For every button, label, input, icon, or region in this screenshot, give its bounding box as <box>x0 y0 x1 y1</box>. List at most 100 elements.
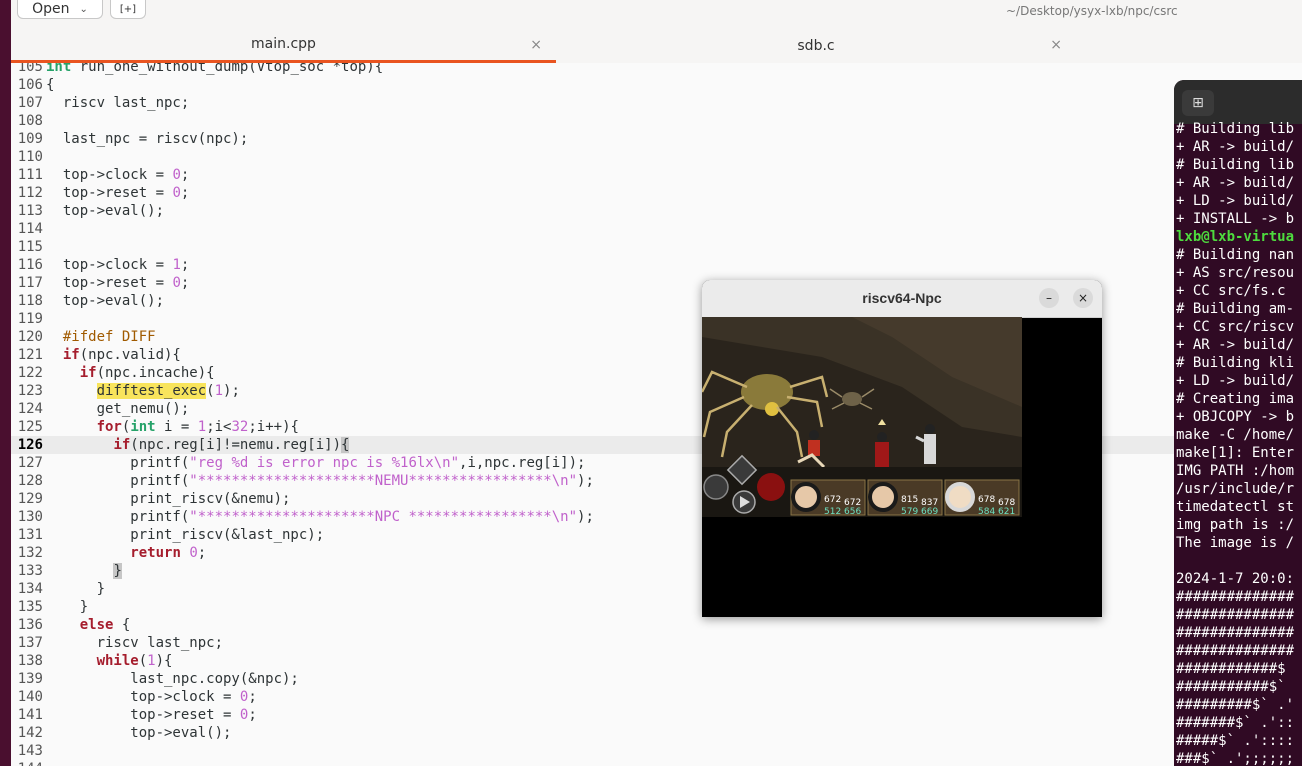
game-screen: 672 672 512 656 815 837 579 669 678 678 … <box>702 317 1022 517</box>
code-line[interactable]: 118 top->eval(); <box>11 292 164 310</box>
close-button[interactable]: × <box>1073 288 1093 308</box>
line-number: 135 <box>17 599 43 615</box>
line-number: 106 <box>17 77 43 93</box>
code-line[interactable]: 105 int run_one_without_dump(Vtop_soc *to… <box>11 63 383 76</box>
terminal-line: # Building lib <box>1176 157 1295 173</box>
code-line[interactable]: 112 top->reset = 0; <box>11 184 190 202</box>
mp-value: 584 <box>978 507 995 517</box>
code-line[interactable]: 109 last_npc = riscv(npc); <box>11 130 249 148</box>
terminal-line: ###$` .';;;;;; <box>1176 751 1295 766</box>
code-line[interactable]: 129 print_riscv(&nemu); <box>11 490 291 508</box>
ubuntu-dock <box>0 0 11 766</box>
minimize-button[interactable]: – <box>1039 288 1059 308</box>
code-line[interactable]: 111 top->clock = 0; <box>11 166 190 184</box>
swirl-icon[interactable] <box>703 474 729 500</box>
open-button[interactable]: Open ⌄ <box>17 0 103 19</box>
code-line[interactable]: 135 } <box>11 598 88 616</box>
window-titlebar[interactable]: riscv64-Npc – × <box>702 280 1102 318</box>
terminal-line: make[1]: Enter <box>1176 445 1295 461</box>
code-line[interactable]: 114 <box>11 220 46 238</box>
line-number: 122 <box>17 365 43 381</box>
code-line[interactable]: 127 printf("reg %d is error npc is %16lx… <box>11 454 586 472</box>
code-editor[interactable]: 105 int run_one_without_dump(Vtop_soc *to… <box>11 63 1302 766</box>
editor-headerbar: Open ⌄ [+] ~/Desktop/ysyx-lxb/npc/csrc <box>11 0 1302 28</box>
terminal-line: ############## <box>1176 643 1295 659</box>
code-line[interactable]: 131 print_riscv(&last_npc); <box>11 526 324 544</box>
code-line[interactable]: 119 <box>11 310 46 328</box>
code-line[interactable]: 116 top->clock = 1; <box>11 256 190 274</box>
terminal-line: + AR -> build/ <box>1176 175 1295 191</box>
code-line[interactable]: 144 <box>11 760 46 766</box>
close-tab-icon[interactable]: × <box>530 37 542 53</box>
line-number: 129 <box>17 491 43 507</box>
code-line[interactable]: 117 top->reset = 0; <box>11 274 190 292</box>
minimize-icon: – <box>1046 291 1052 305</box>
line-number: 140 <box>17 689 43 705</box>
line-number: 136 <box>17 617 43 633</box>
terminal-window[interactable]: ⊞ # Building lib + AR -> build/ # Building… <box>1174 80 1302 766</box>
terminal-line: img path is :/ <box>1176 517 1295 533</box>
terminal-line: # Building am- <box>1176 301 1295 317</box>
tab-label: sdb.c <box>797 37 835 54</box>
current-code-line[interactable]: 126 if(npc.reg[i]!=nemu.reg[i]){ <box>11 436 1302 454</box>
riscv64-npc-window[interactable]: riscv64-Npc – × 672 672 512 656 815 837 … <box>702 280 1102 617</box>
code-line[interactable]: 113 top->eval(); <box>11 202 164 220</box>
new-tab-button[interactable]: [+] <box>110 0 146 19</box>
mp-max-value: 669 <box>921 507 938 517</box>
code-line[interactable]: 137 riscv last_npc; <box>11 634 223 652</box>
code-line[interactable]: 121 if(npc.valid){ <box>11 346 181 364</box>
portrait-avatar <box>868 482 898 512</box>
terminal-line: + CC src/riscv <box>1176 319 1295 335</box>
party-member-1[interactable]: 672 672 512 656 <box>790 479 866 517</box>
line-number: 118 <box>17 293 43 309</box>
line-number: 132 <box>17 545 43 561</box>
chevron-down-icon: ⌄ <box>79 3 88 15</box>
code-line[interactable]: 132 return 0; <box>11 544 206 562</box>
code-line[interactable]: 125 for(int i = 1;i<32;i++){ <box>11 418 299 436</box>
code-line[interactable]: 108 <box>11 112 46 130</box>
line-number: 130 <box>17 509 43 525</box>
code-line[interactable]: 136 else { <box>11 616 131 634</box>
code-line[interactable]: 122 if(npc.incache){ <box>11 364 215 382</box>
open-button-label: Open <box>32 1 70 17</box>
code-line[interactable]: 106{ <box>11 76 55 94</box>
code-line[interactable]: 141 top->reset = 0; <box>11 706 257 724</box>
line-number: 139 <box>17 671 43 687</box>
line-number: 133 <box>17 563 43 579</box>
code-line[interactable]: 110 <box>11 148 46 166</box>
code-line[interactable]: 142 top->eval(); <box>11 724 232 742</box>
line-number: 111 <box>17 167 43 183</box>
attack-icon[interactable] <box>757 473 785 501</box>
line-number: 134 <box>17 581 43 597</box>
line-number: 120 <box>17 329 43 345</box>
code-line[interactable]: 123 difftest_exec(1); <box>11 382 240 400</box>
code-line[interactable]: 115 <box>11 238 46 256</box>
terminal-line: # Building nan <box>1176 247 1295 263</box>
line-number: 119 <box>17 311 43 327</box>
terminal-line: ###########$` <box>1176 679 1286 695</box>
line-number: 144 <box>11 760 43 766</box>
line-number: 105 <box>17 63 43 75</box>
code-line[interactable]: 107 riscv last_npc; <box>11 94 190 112</box>
tab-sdb-c[interactable]: sdb.c × <box>556 28 1076 63</box>
party-member-2[interactable]: 815 837 579 669 <box>867 479 943 517</box>
terminal-line: #####$` .':::: <box>1176 733 1295 749</box>
new-tab-icon: ⊞ <box>1192 95 1204 111</box>
line-number: 124 <box>17 401 43 417</box>
code-line[interactable]: 128 printf("*********************NEMU***… <box>11 472 594 490</box>
close-tab-icon[interactable]: × <box>1050 37 1062 53</box>
new-terminal-tab-button[interactable]: ⊞ <box>1182 90 1214 116</box>
code-line[interactable]: 139 last_npc.copy(&npc); <box>11 670 299 688</box>
line-number: 115 <box>17 239 43 255</box>
code-line[interactable]: 130 printf("*********************NPC ***… <box>11 508 594 526</box>
code-line[interactable]: 134 } <box>11 580 105 598</box>
code-line[interactable]: 120 #ifdef DIFF <box>11 328 156 346</box>
code-line[interactable]: 143 <box>11 742 46 760</box>
code-line[interactable]: 138 while(1){ <box>11 652 173 670</box>
code-line[interactable]: 133 } <box>11 562 122 580</box>
code-line[interactable]: 140 top->clock = 0; <box>11 688 257 706</box>
mp-max-value: 621 <box>998 507 1015 517</box>
party-member-3[interactable]: 678 678 584 621 <box>944 479 1020 517</box>
code-line[interactable]: 124 get_nemu(); <box>11 400 190 418</box>
tab-main-cpp[interactable]: main.cpp × <box>11 28 556 63</box>
